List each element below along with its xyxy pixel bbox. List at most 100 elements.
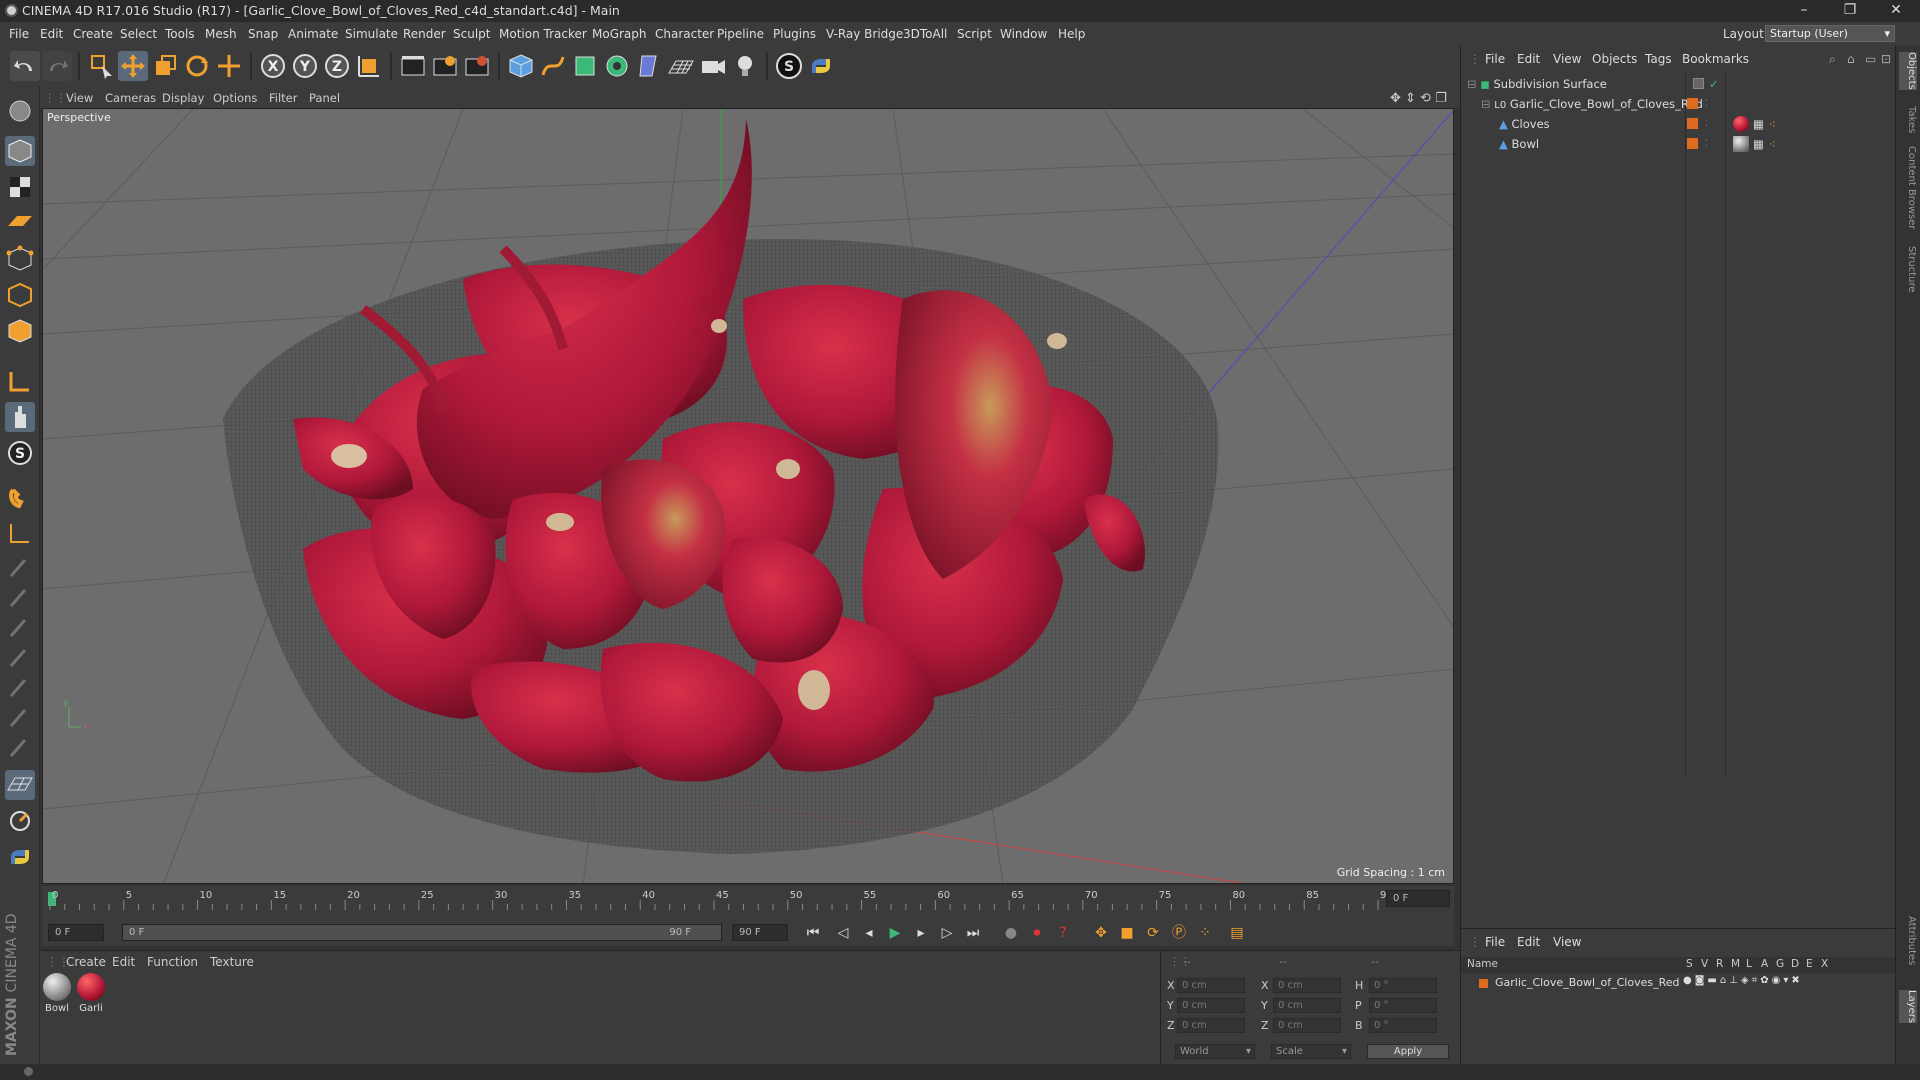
redo-icon[interactable]	[42, 51, 72, 81]
render-settings-icon[interactable]	[462, 51, 492, 81]
menu-file[interactable]: File	[9, 27, 29, 41]
pen-spline-icon[interactable]	[538, 51, 568, 81]
layer-menu-view[interactable]: View	[1553, 935, 1581, 949]
minimize-button[interactable]: –	[1784, 0, 1824, 22]
tree-row-subdivision-surface[interactable]: ⊟ ◼ Subdivision Surface ✓	[1467, 74, 1890, 94]
material-tag-icon[interactable]	[1733, 136, 1749, 152]
live-selection-icon[interactable]	[86, 51, 116, 81]
polygons-mode-icon[interactable]	[5, 316, 35, 346]
menu-plugins[interactable]: Plugins	[773, 27, 816, 41]
layer-color-icon[interactable]	[1687, 138, 1698, 149]
viewport-menu-options[interactable]: Options	[213, 91, 257, 105]
light-icon[interactable]	[730, 51, 760, 81]
texture-mode-icon[interactable]	[5, 172, 35, 202]
layer-menu-edit[interactable]: Edit	[1517, 935, 1540, 949]
object-menu-edit[interactable]: Edit	[1517, 52, 1540, 66]
tweak-mode-icon[interactable]	[5, 402, 35, 432]
key-rotation-icon[interactable]: ⟳	[1142, 923, 1164, 943]
model-mode-icon[interactable]	[5, 136, 35, 166]
material-menu-texture[interactable]: Texture	[210, 955, 254, 969]
visibility-dots-icon[interactable]: ⁚	[1705, 114, 1708, 134]
menu-character[interactable]: Character	[655, 27, 714, 41]
maximize-button[interactable]: ❐	[1830, 0, 1870, 22]
material-menu-edit[interactable]: Edit	[112, 955, 135, 969]
menu-mograph[interactable]: MoGraph	[592, 27, 647, 41]
brush-tool-icon[interactable]	[5, 672, 35, 702]
tab-attributes[interactable]: Attributes	[1899, 916, 1917, 965]
go-to-end-icon[interactable]: ⏭	[962, 923, 984, 943]
world-dropdown[interactable]: World ▾	[1175, 1044, 1255, 1059]
apply-button[interactable]: Apply	[1367, 1044, 1449, 1059]
material-tag-icon[interactable]	[1733, 116, 1749, 132]
viewport-menu-cameras[interactable]: Cameras	[105, 91, 156, 105]
end-frame-field[interactable]: 90 F	[732, 924, 788, 941]
menu-pipeline[interactable]: Pipeline	[717, 27, 764, 41]
previous-frame-icon[interactable]: ◂	[858, 923, 880, 943]
viewport-navigation-icons[interactable]: ✥ ⇕ ⟲ ❐	[1390, 91, 1447, 106]
close-button[interactable]: ✕	[1876, 0, 1916, 22]
brush-tool-icon[interactable]	[5, 612, 35, 642]
viewport-menu-display[interactable]: Display	[162, 91, 204, 105]
points-mode-icon[interactable]	[5, 244, 35, 274]
workplane-mode-icon[interactable]	[5, 206, 35, 236]
viewport-menu-view[interactable]: View	[66, 91, 93, 105]
menu-window[interactable]: Window	[1000, 27, 1047, 41]
subdivision-surface-icon[interactable]	[570, 51, 600, 81]
menu-select[interactable]: Select	[120, 27, 157, 41]
go-to-start-icon[interactable]: ⏮	[802, 923, 824, 943]
edges-mode-icon[interactable]	[5, 280, 35, 310]
array-generator-icon[interactable]	[602, 51, 632, 81]
next-key-icon[interactable]: ▷	[936, 923, 958, 943]
position-x-field[interactable]: 0 cm	[1177, 978, 1245, 993]
move-tool-icon[interactable]	[118, 51, 148, 81]
menu-sculpt[interactable]: Sculpt	[453, 27, 490, 41]
tree-row-cloves[interactable]: ▲ Cloves ⁚ ▦ ⁖	[1499, 114, 1920, 134]
key-parameter-icon[interactable]: Ⓟ	[1168, 923, 1190, 943]
key-scale-icon[interactable]: ■	[1116, 923, 1138, 943]
play-icon[interactable]: ▶	[884, 923, 906, 943]
viewport-menu-filter[interactable]: Filter	[269, 91, 297, 105]
material-swatch-garlic[interactable]: Garli	[76, 973, 106, 1014]
scale-dropdown[interactable]: Scale ▾	[1271, 1044, 1351, 1059]
menu-render[interactable]: Render	[403, 27, 446, 41]
menu-mesh[interactable]: Mesh	[205, 27, 237, 41]
layer-menu-file[interactable]: File	[1485, 935, 1505, 949]
uvw-tag-icon[interactable]: ▦	[1753, 114, 1764, 134]
tab-content-browser[interactable]: Content Browser	[1899, 146, 1917, 229]
menu-edit[interactable]: Edit	[40, 27, 63, 41]
record-active-icon[interactable]: ⏺	[1026, 923, 1048, 943]
floor-environment-icon[interactable]	[666, 51, 696, 81]
solo-mode-icon[interactable]: S	[5, 438, 35, 468]
coordinate-system-icon[interactable]	[354, 51, 384, 81]
brush-tool-icon[interactable]	[5, 732, 35, 762]
python-icon[interactable]	[806, 51, 836, 81]
tree-row-garlic-clove-bowl[interactable]: ⊟ L0 Garlic_Clove_Bowl_of_Cloves_Red ⁚	[1481, 94, 1904, 114]
object-menu-file[interactable]: File	[1485, 52, 1505, 66]
render-view-icon[interactable]	[398, 51, 428, 81]
menu-3dtoall[interactable]: 3DToAll	[903, 27, 947, 41]
rotate-tool-icon[interactable]	[182, 51, 212, 81]
tab-layers[interactable]: Layers	[1899, 990, 1917, 1024]
tab-structure[interactable]: Structure	[1899, 246, 1917, 293]
grid-lock-icon[interactable]	[5, 770, 35, 800]
rotation-p-field[interactable]: 0 °	[1369, 998, 1437, 1013]
tab-objects[interactable]: Objects	[1899, 52, 1917, 90]
search-icon[interactable]: ⌕	[1829, 52, 1836, 67]
x-axis-lock-icon[interactable]: X	[258, 51, 288, 81]
layer-toggle-icon[interactable]	[1693, 78, 1704, 89]
brush-tool-icon[interactable]	[5, 582, 35, 612]
material-swatch-bowl[interactable]: Bowl	[42, 973, 72, 1014]
current-frame-field[interactable]: 0 F	[1386, 890, 1450, 907]
recent-tool-icon[interactable]	[214, 51, 244, 81]
rotation-h-field[interactable]: 0 °	[1369, 978, 1437, 993]
menu-simulate[interactable]: Simulate	[345, 27, 398, 41]
make-editable-icon[interactable]	[5, 96, 35, 126]
snap-axis-icon[interactable]	[5, 518, 35, 548]
material-menu-function[interactable]: Function	[147, 955, 198, 969]
size-y-field[interactable]: 0 cm	[1273, 998, 1341, 1013]
vray-logo-icon[interactable]: S	[774, 51, 804, 81]
python-script-icon[interactable]	[5, 842, 35, 872]
dynamics-icon[interactable]	[5, 806, 35, 836]
object-menu-tags[interactable]: Tags	[1645, 52, 1672, 66]
key-position-icon[interactable]: ✥	[1090, 923, 1112, 943]
